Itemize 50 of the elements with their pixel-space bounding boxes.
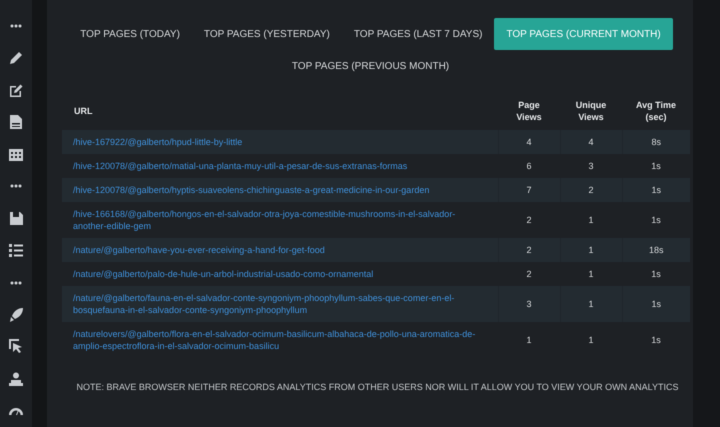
column-header: URL: [62, 92, 498, 130]
gauge-icon[interactable]: [9, 406, 23, 415]
table-cell: 1: [560, 262, 622, 286]
table-cell: 3: [498, 286, 560, 322]
tab[interactable]: TOP PAGES (YESTERDAY): [192, 18, 342, 50]
table-cell: 4: [560, 130, 622, 154]
user-icon[interactable]: [9, 372, 23, 386]
table-cell: 1: [560, 322, 622, 358]
table-cell: 1: [560, 238, 622, 262]
page-link[interactable]: /naturelovers/@galberto/flora-en-el-salvador-ocimum-basilicum-albahaca-de-pollo-una-aromatica-de-amplio-espectroflora-in-el-salvador-ocimum-basilicu: [73, 328, 485, 352]
column-header: Unique Views: [560, 92, 622, 130]
table-cell: 1s: [622, 202, 690, 238]
tab[interactable]: TOP PAGES (CURRENT MONTH): [494, 18, 673, 50]
table-cell: 8s: [622, 130, 690, 154]
table-cell: 18s: [622, 238, 690, 262]
column-header: Avg Time (sec): [622, 92, 690, 130]
table-cell: 6: [498, 154, 560, 178]
table-cell: 2: [498, 238, 560, 262]
calendar-icon[interactable]: [9, 147, 23, 162]
page-link[interactable]: /hive-166168/@galberto/hongos-en-el-salvador-otra-joya-comestible-mushrooms-in-el-salvador-another-edible-gem: [73, 208, 485, 232]
column-header: Page Views: [498, 92, 560, 130]
table-cell: 2: [498, 262, 560, 286]
table-cell: 1s: [622, 154, 690, 178]
table-cell: 3: [560, 154, 622, 178]
pencil-icon[interactable]: [9, 51, 23, 66]
table-cell: 1s: [622, 322, 690, 358]
table-cell: 4: [498, 130, 560, 154]
table-cell: 1: [560, 286, 622, 322]
table-cell: 2: [560, 178, 622, 202]
page-link[interactable]: /hive-120078/@galberto/matial-una-planta-muy-util-a-pesar-de-sus-extranas-formas: [73, 160, 485, 172]
table-cell: 1: [560, 202, 622, 238]
tab[interactable]: TOP PAGES (PREVIOUS MONTH): [280, 50, 462, 82]
page-link[interactable]: /nature/@galberto/palo-de-hule-un-arbol-industrial-usado-como-ornamental: [73, 268, 485, 280]
more-icon[interactable]: [10, 184, 22, 188]
table-cell: 1: [498, 322, 560, 358]
edit-icon[interactable]: [9, 83, 23, 98]
rocket-icon[interactable]: [9, 308, 23, 322]
table-cell: 2: [498, 202, 560, 238]
note-text: NOTE: BRAVE BROWSER NEITHER RECORDS ANALYTICS FROM OTHER USERS NOR WILL IT ALLOW YOU TO VIEW YOUR OWN ANALYTICS: [76, 382, 680, 392]
document-icon[interactable]: [10, 115, 22, 130]
cursor-icon[interactable]: [9, 339, 23, 354]
tab[interactable]: TOP PAGES (TODAY): [68, 18, 192, 50]
table-cell: 1s: [622, 286, 690, 322]
list-icon[interactable]: [9, 244, 23, 258]
table-cell: 7: [498, 178, 560, 202]
tab[interactable]: TOP PAGES (LAST 7 DAYS): [342, 18, 494, 50]
more-icon[interactable]: [10, 280, 22, 285]
table-cell: 1s: [622, 178, 690, 202]
table-cell: 1s: [622, 262, 690, 286]
more-icon[interactable]: [10, 24, 22, 28]
